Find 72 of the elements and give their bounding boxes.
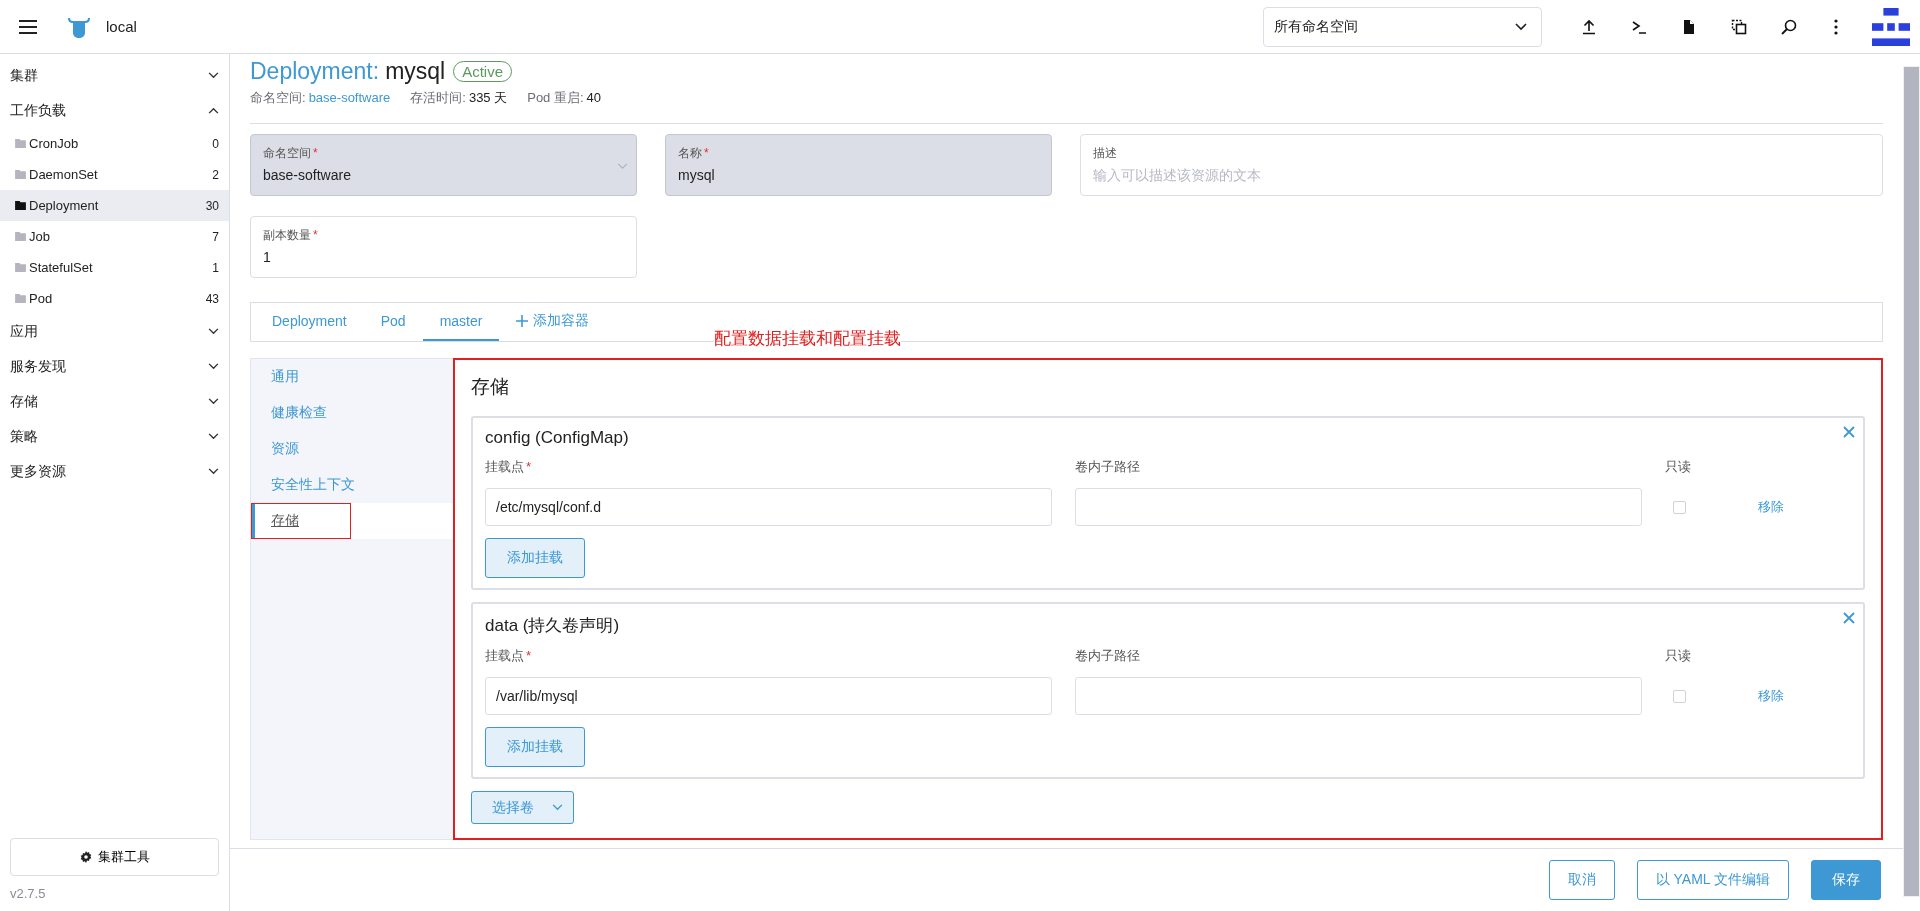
nav-group[interactable]: 集群: [0, 58, 229, 93]
readonly-checkbox[interactable]: [1673, 500, 1686, 514]
nav-item[interactable]: CronJob 0: [0, 128, 229, 159]
nav-item[interactable]: Job 7: [0, 221, 229, 252]
user-avatar-icon[interactable]: [1872, 7, 1910, 46]
nav-group[interactable]: 更多资源: [0, 454, 229, 489]
cluster-name: local: [106, 18, 137, 35]
chevron-icon: [208, 107, 219, 114]
mount-path-field[interactable]: /var/lib/mysql: [485, 677, 1052, 715]
chevron-icon: [208, 363, 219, 370]
chevron-icon: [208, 72, 219, 79]
input-field[interactable]: 描述 输入可以描述该资源的文本: [1080, 134, 1883, 196]
menu-icon[interactable]: [19, 19, 37, 34]
copy-icon[interactable]: [1731, 18, 1747, 35]
chevron-icon: [208, 328, 219, 335]
nav-group[interactable]: 存储: [0, 384, 229, 419]
readonly-checkbox[interactable]: [1673, 689, 1686, 703]
close-icon[interactable]: [1843, 612, 1855, 624]
namespace-select[interactable]: 所有命名空间: [1263, 6, 1542, 47]
nav-item[interactable]: Pod 43: [0, 283, 229, 314]
subpath-field[interactable]: [1075, 677, 1642, 715]
chevron-down-icon: [617, 163, 628, 170]
plus-icon: [516, 315, 529, 327]
search-icon[interactable]: [1781, 18, 1797, 35]
volume-title: data (持久卷声明): [485, 615, 620, 637]
version-label: v2.7.5: [10, 886, 47, 901]
nav-group[interactable]: 工作负载: [0, 93, 229, 128]
meta-label: Pod 重启:: [527, 90, 584, 105]
meta-value: 40: [586, 90, 602, 105]
field-label: 挂载点*: [485, 647, 533, 665]
terminal-icon[interactable]: [1631, 18, 1647, 35]
folder-icon: [15, 294, 26, 303]
scrollbar[interactable]: [1903, 66, 1920, 897]
meta-label: 命名空间:: [250, 90, 306, 105]
nav-item[interactable]: Deployment 30: [0, 190, 229, 221]
folder-icon: [15, 139, 26, 148]
meta-value: 335 天: [468, 90, 508, 105]
folder-icon: [15, 232, 26, 241]
nav-item[interactable]: StatefulSet 1: [0, 252, 229, 283]
field-label: 只读: [1665, 647, 1692, 665]
nav-group[interactable]: 服务发现: [0, 349, 229, 384]
gear-icon: [79, 851, 92, 863]
folder-icon: [15, 201, 26, 210]
chevron-down-icon: [1515, 22, 1527, 31]
nav-group[interactable]: 策略: [0, 419, 229, 454]
mount-path-field[interactable]: /etc/mysql/conf.d: [485, 488, 1052, 526]
nav-group[interactable]: 应用: [0, 314, 229, 349]
field-label: 卷内子路径: [1075, 647, 1141, 665]
close-icon[interactable]: [1843, 426, 1855, 438]
folder-icon: [15, 263, 26, 272]
upload-icon[interactable]: [1581, 18, 1597, 35]
field-label: 挂载点*: [485, 458, 533, 476]
subpath-field[interactable]: [1075, 488, 1642, 526]
file-icon[interactable]: [1681, 18, 1697, 35]
cow-logo-icon: [67, 15, 91, 38]
section-title: 存储: [471, 375, 509, 399]
cluster-tools-button[interactable]: 集群工具: [10, 838, 219, 876]
nav-item[interactable]: DaemonSet 2: [0, 159, 229, 190]
resource-kind: Deployment:: [250, 58, 380, 85]
field-label: 只读: [1665, 458, 1692, 476]
chevron-down-icon: [552, 804, 563, 811]
field-label: 卷内子路径: [1075, 458, 1141, 476]
volume-title: config (ConfigMap): [485, 428, 629, 448]
folder-icon: [15, 170, 26, 179]
more-icon[interactable]: [1834, 18, 1838, 35]
chevron-icon: [208, 433, 219, 440]
meta-label: 存活时间:: [410, 90, 466, 105]
annotation-note: 配置数据挂载和配置挂载: [714, 327, 901, 350]
chevron-icon: [208, 468, 219, 475]
resource-name: mysql: [385, 58, 446, 85]
replicas-field[interactable]: 副本数量 * 1: [250, 216, 637, 278]
chevron-icon: [208, 398, 219, 405]
